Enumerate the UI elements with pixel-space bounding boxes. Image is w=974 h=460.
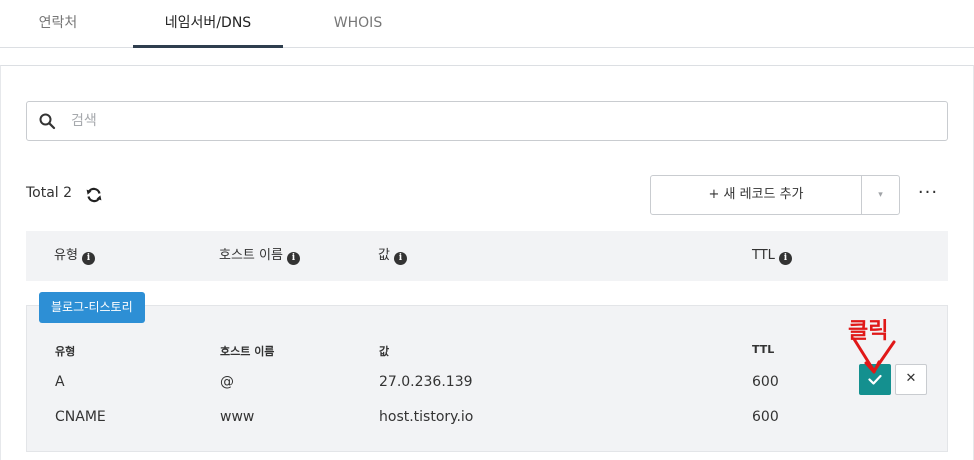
row-1-host: @ bbox=[220, 374, 234, 390]
sub-header-host: 호스트 이름 bbox=[220, 345, 275, 358]
tab-bar: 연락처 네임서버/DNS WHOIS bbox=[0, 0, 974, 48]
row-1-value: 27.0.236.139 bbox=[379, 374, 473, 390]
row-2-type: CNAME bbox=[55, 409, 106, 425]
row-2-host: www bbox=[220, 409, 255, 425]
more-options-icon[interactable]: ··· bbox=[914, 183, 942, 207]
info-icon[interactable]: i bbox=[778, 252, 792, 265]
add-record-button[interactable]: + 새 레코드 추가 bbox=[651, 176, 861, 214]
tab-whois[interactable]: WHOIS bbox=[300, 0, 416, 48]
header-host-label: 호스트 이름 bbox=[219, 248, 283, 263]
header-type-label: 유형 bbox=[54, 248, 78, 263]
sub-header-type: 유형 bbox=[55, 345, 76, 358]
tab-nameserver-dns[interactable]: 네임서버/DNS bbox=[133, 0, 283, 48]
sub-header-value: 값 bbox=[379, 345, 390, 358]
total-count: Total 2 bbox=[26, 185, 73, 201]
row-2-value: host.tistory.io bbox=[379, 409, 474, 425]
search-icon bbox=[39, 113, 56, 130]
refresh-icon[interactable] bbox=[85, 186, 103, 204]
header-value: 값i bbox=[378, 231, 407, 281]
cancel-button[interactable]: ✕ bbox=[895, 364, 927, 395]
row-1-type: A bbox=[55, 374, 65, 390]
sub-header-ttl: TTL bbox=[752, 343, 775, 356]
info-icon[interactable]: i bbox=[286, 252, 300, 265]
header-ttl-label: TTL bbox=[752, 248, 775, 263]
tab-contacts[interactable]: 연락처 bbox=[0, 0, 116, 48]
record-group bbox=[26, 305, 948, 452]
row-1-ttl: 600 bbox=[752, 374, 779, 390]
arrow-down-icon bbox=[852, 337, 896, 374]
header-ttl: TTL i bbox=[752, 231, 792, 281]
header-type: 유형 i bbox=[54, 231, 95, 281]
info-icon[interactable]: i bbox=[393, 252, 407, 265]
group-name-badge: 블로그-티스토리 bbox=[39, 292, 145, 323]
add-record-group: + 새 레코드 추가 ▾ bbox=[650, 175, 900, 215]
row-2-ttl: 600 bbox=[752, 409, 779, 425]
search-box[interactable] bbox=[26, 101, 948, 141]
add-record-dropdown-icon[interactable]: ▾ bbox=[862, 176, 899, 214]
info-icon[interactable]: i bbox=[81, 252, 95, 265]
header-value-label: 값 bbox=[378, 248, 390, 263]
header-host: 호스트 이름 i bbox=[219, 231, 300, 281]
records-table-header: 유형 i 호스트 이름 i 값i TTL i bbox=[26, 231, 948, 281]
search-input[interactable] bbox=[71, 103, 931, 139]
close-icon: ✕ bbox=[905, 371, 917, 386]
